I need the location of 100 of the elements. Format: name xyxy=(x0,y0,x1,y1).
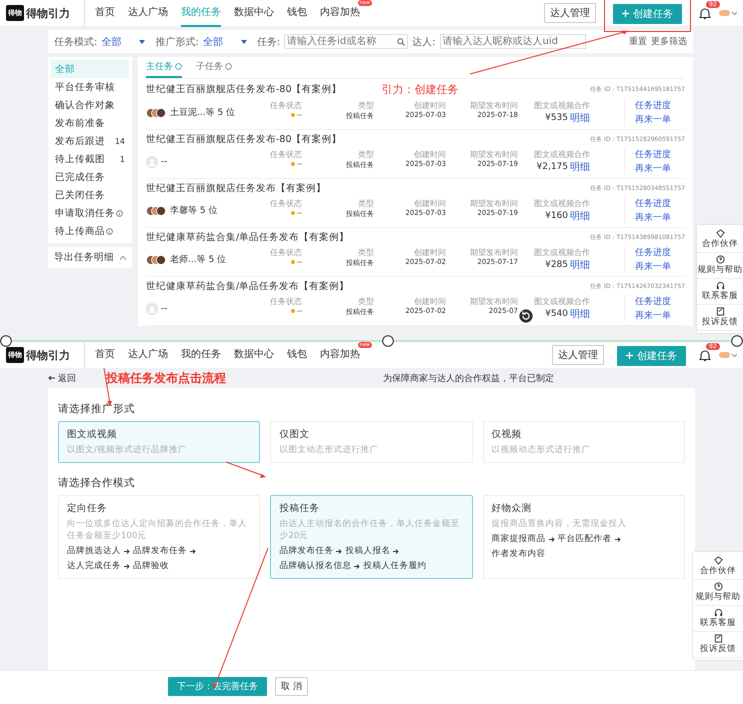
sidebar-item[interactable]: 发布前准备 xyxy=(51,114,129,132)
nav-tab[interactable]: 首页 xyxy=(95,0,115,27)
task-title[interactable]: 世纪健王百丽旗舰店任务发布-80【有案例】 xyxy=(146,133,342,146)
sidebar-label: 待上传截图 xyxy=(55,152,105,166)
detail-link[interactable]: 明细 xyxy=(570,209,590,223)
detail-link[interactable]: 明细 xyxy=(570,307,590,321)
sidebar-item[interactable]: 待上传商品 xyxy=(51,222,129,240)
talent-manage-button[interactable]: 达人管理 xyxy=(552,345,604,365)
price-value: ¥160 xyxy=(545,211,568,221)
option-description: 向一位或多位达人定向招募的合作任务，单人任务金额至少100元 xyxy=(67,518,248,542)
detail-link[interactable]: 明细 xyxy=(570,160,590,174)
mode-select[interactable]: 全部 xyxy=(101,34,146,48)
task-action-link[interactable]: 任务进度 xyxy=(635,197,671,210)
task-title[interactable]: 世纪健王百丽旗舰店任务发布【有案例】 xyxy=(146,182,326,195)
step-label: 品牌确认报名信息 xyxy=(279,560,352,572)
sidebar-item[interactable]: 已关闭任务 xyxy=(51,186,129,204)
nav-tab[interactable]: 数据中心 xyxy=(234,341,274,369)
filter-label: 任务模式: xyxy=(54,36,98,48)
field-label: 类型 xyxy=(358,198,374,209)
toolbar-label[interactable]: 规则与帮助 xyxy=(698,264,742,276)
sidebar-label: 待上传商品 xyxy=(55,224,105,238)
task-action-link[interactable]: 再来一单 xyxy=(635,211,671,224)
option-card[interactable]: 定向任务 向一位或多位达人定向招募的合作任务，单人任务金额至少100元 品牌挑选达人 品牌发布任务 达人完成任务 品牌验收 xyxy=(58,495,260,579)
field-label: 任务状态 xyxy=(270,149,302,160)
toolbar-label[interactable]: 联系客服 xyxy=(700,617,736,629)
task-action-link[interactable]: 任务进度 xyxy=(635,295,671,308)
task-search-field[interactable]: 请输入任务id或名称 xyxy=(284,34,408,49)
field-label: 任务状态 xyxy=(270,296,302,307)
nav-tab[interactable]: 首页 xyxy=(95,341,115,369)
nav-tab[interactable]: 钱包 xyxy=(287,0,307,27)
field-label: 创建时间 xyxy=(414,149,446,160)
nav-tab[interactable]: 内容加热 xyxy=(320,341,360,369)
form-select[interactable]: 全部 xyxy=(202,34,247,48)
step-label: 投稿人任务履约 xyxy=(363,560,426,572)
back-link[interactable]: 返回 xyxy=(48,372,76,384)
detail-link[interactable]: 明细 xyxy=(570,258,590,272)
option-card[interactable]: 投稿任务 由达人主动报名的合作任务，单人任务金额至少20元 品牌发布任务 投稿人报名 品牌确认报名信息 投稿人任务履约 xyxy=(270,495,473,579)
toolbar-label[interactable]: 合作伙伴 xyxy=(700,565,736,577)
nav-tab[interactable]: 数据中心 xyxy=(234,0,274,27)
sidebar-item[interactable]: 申请取消任务 xyxy=(51,204,129,222)
sidebar-item[interactable]: 已完成任务 xyxy=(51,168,129,186)
option-card[interactable]: 图文或视频 以图文/视频形式进行品牌推广 xyxy=(58,421,260,463)
task-action-link[interactable]: 再来一单 xyxy=(635,309,671,322)
export-panel[interactable]: 导出任务明细 xyxy=(48,247,132,268)
task-action-link[interactable]: 再来一单 xyxy=(635,113,671,126)
toolbar-label[interactable]: 投诉反馈 xyxy=(702,316,738,328)
talent-manage-button[interactable]: 达人管理 xyxy=(544,3,596,23)
export-label: 导出任务明细 xyxy=(54,251,114,264)
toolbar-label[interactable]: 联系客服 xyxy=(702,290,738,302)
step-label: 品牌发布任务 xyxy=(279,545,334,557)
task-action-link[interactable]: 任务进度 xyxy=(635,246,671,259)
field-label: 期望发布时间 xyxy=(470,100,518,111)
task-action-link[interactable]: 任务进度 xyxy=(635,99,671,112)
task-title[interactable]: 世纪健王百丽旗舰店任务发布-80【有案例】 xyxy=(146,83,342,96)
talent-search-field[interactable]: 请输入达人昵称或达人uid xyxy=(440,34,586,49)
option-description: 由达人主动报名的合作任务，单人任务金额至少20元 xyxy=(279,518,460,542)
more-filters-link[interactable]: 更多筛选 xyxy=(651,35,687,48)
step-label: 品牌挑选达人 xyxy=(67,545,121,557)
field-label: 期望发布时间 xyxy=(470,296,518,307)
field-label: 创建时间 xyxy=(414,198,446,209)
sidebar-label: 发布后跟进 xyxy=(55,134,105,148)
field-label: 类型 xyxy=(358,296,374,307)
nav-tab[interactable]: 我的任务 xyxy=(181,341,221,369)
talent-summary: 土豆泥...等 5 位 xyxy=(170,106,236,119)
logo-text: 得物引力 xyxy=(26,348,70,362)
option-title: 图文或视频 xyxy=(67,428,118,441)
field-label: 类型 xyxy=(358,149,374,160)
task-title[interactable]: 世纪健康草药盐合集/单品任务发布【有案例】 xyxy=(146,231,350,244)
filter-label: 达人: xyxy=(412,36,436,48)
reset-link[interactable]: 重置 xyxy=(629,35,647,48)
nav-tab[interactable]: 达人广场 xyxy=(128,0,168,27)
cancel-button[interactable]: 取 消 xyxy=(275,677,308,696)
logo-text: 得物引力 xyxy=(26,6,70,20)
option-card[interactable]: 仅图文 以图文动态形式进行推广 xyxy=(270,421,473,463)
sidebar-item[interactable]: 发布后跟进 14 xyxy=(51,132,129,150)
sidebar-label: 全部 xyxy=(55,62,75,76)
toolbar-label[interactable]: 合作伙伴 xyxy=(702,238,738,250)
option-description: 以图文/视频形式进行品牌推广 xyxy=(67,444,188,456)
nav-tab[interactable]: 内容加热 xyxy=(320,0,360,27)
task-action-link[interactable]: 再来一单 xyxy=(635,260,671,273)
talent-summary: 老师...等 5 位 xyxy=(170,254,226,266)
nav-tab[interactable]: 达人广场 xyxy=(128,341,168,369)
toolbar-label[interactable]: 规则与帮助 xyxy=(696,591,740,603)
option-card[interactable]: 仅视频 以视频动态形式进行推广 xyxy=(482,421,685,463)
option-title: 投稿任务 xyxy=(279,502,320,515)
sidebar-item[interactable]: 平台任务审核 xyxy=(51,78,129,96)
option-description: 以视频动态形式进行推广 xyxy=(492,444,592,456)
toolbar-label[interactable]: 投诉反馈 xyxy=(700,643,736,655)
task-title[interactable]: 世纪健康草药盐合集/单品任务发布【有案例】 xyxy=(146,280,350,293)
field-label: 图文或视频合作 xyxy=(534,100,590,111)
sidebar-item[interactable]: 待上传截图 1 xyxy=(51,150,129,168)
task-action-link[interactable]: 再来一单 xyxy=(635,162,671,175)
annotation-text: 投稿任务发布点击流程 xyxy=(106,370,226,386)
task-action-link[interactable]: 任务进度 xyxy=(635,148,671,161)
list-tab[interactable]: 子任务 xyxy=(196,57,232,78)
detail-link[interactable]: 明细 xyxy=(570,111,590,125)
option-card[interactable]: 好物众测 提报商品置换内容，无需现金投入 商家提报商品 平台匹配作者 作者发布内容 xyxy=(482,495,685,579)
sidebar-item[interactable]: 确认合作对象 xyxy=(51,96,129,114)
nav-tab[interactable]: 钱包 xyxy=(287,341,307,369)
talent-summary: -- xyxy=(161,304,168,314)
